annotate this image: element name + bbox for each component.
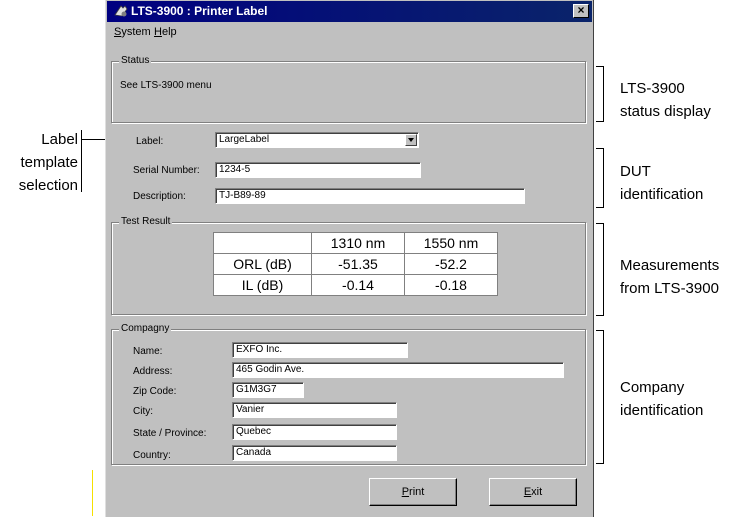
print-mnemonic: P [401, 486, 410, 498]
menu-system-label: ystem [121, 26, 151, 38]
annotation-line: template [20, 154, 78, 171]
menu-help-label: elp [161, 26, 177, 38]
menu-help[interactable]: Help [154, 26, 177, 38]
results-column-header: 1310 nm [311, 232, 405, 254]
annotation-line: Company [620, 379, 685, 396]
annotation-bracket-tick [596, 148, 604, 149]
test-result-title: Test Result [119, 216, 173, 227]
status-group: Status See LTS-3900 menu [111, 55, 586, 123]
label-field-label: Label: [136, 136, 164, 147]
annotation-line: LTS-3900 [620, 80, 685, 97]
annotation-bracket [603, 66, 604, 122]
printer-label-window: LTS-3900 : Printer Label × System Help S… [105, 0, 594, 517]
annotation-bracket [603, 148, 604, 208]
highlight-marker [92, 470, 93, 516]
annotation-bracket-tick [596, 330, 604, 331]
annotation-bracket-tick [596, 121, 604, 122]
results-row-label: IL (dB) [213, 274, 312, 296]
description-input[interactable]: TJ-B89-89 [215, 188, 525, 204]
print-button[interactable]: Print [369, 478, 457, 506]
annotation-line: status display [620, 103, 711, 120]
menu-bar: System Help [107, 22, 592, 42]
company-name-label: Name: [133, 346, 163, 357]
window-title: LTS-3900 : Printer Label [131, 4, 268, 18]
status-text: See LTS-3900 menu [120, 80, 212, 91]
annotation-line: identification [620, 186, 704, 203]
results-row: ORL (dB) -51.35 -52.2 [213, 253, 498, 275]
annotation-line: identification [620, 402, 704, 419]
title-bar: LTS-3900 : Printer Label × [107, 1, 592, 22]
results-row: IL (dB) -0.14 -0.18 [213, 274, 498, 296]
results-corner-cell [213, 232, 312, 254]
results-cell: -51.35 [311, 253, 405, 275]
annotation-line: DUT [620, 163, 651, 180]
serial-number-label: Serial Number: [133, 165, 200, 176]
annotation-bracket-tick [596, 463, 604, 464]
annotation-line: Label [41, 131, 78, 148]
close-button[interactable]: × [573, 4, 589, 18]
results-table: 1310 nm 1550 nm ORL (dB) -51.35 -52.2 IL… [213, 232, 498, 296]
annotation-bracket [603, 223, 604, 316]
annotation-bracket [603, 330, 604, 464]
annotation-bracket-tick [596, 223, 604, 224]
company-city-label: City: [133, 406, 153, 417]
company-country-label: Country: [133, 450, 171, 461]
annotation-line: from LTS-3900 [620, 280, 719, 297]
exit-label: xit [531, 486, 543, 498]
status-group-title: Status [119, 55, 152, 66]
results-cell: -0.18 [404, 274, 498, 296]
company-name-input[interactable]: EXFO Inc. [232, 342, 408, 358]
results-cell: -52.2 [404, 253, 498, 275]
company-address-label: Address: [133, 366, 173, 377]
annotation-bracket-tick [596, 207, 604, 208]
company-state-input[interactable]: Quebec [232, 424, 397, 440]
company-group-title: Compagny [119, 323, 172, 334]
annotation-bracket-tick [596, 315, 604, 316]
company-address-input[interactable]: 465 Godin Ave. [232, 362, 564, 378]
label-dropdown-value: LargeLabel [219, 134, 270, 145]
app-icon [114, 5, 128, 17]
annotation-bracket-tick [596, 66, 604, 67]
company-country-input[interactable]: Canada [232, 445, 397, 461]
annotation-line: Measurements [620, 257, 720, 274]
company-city-input[interactable]: Vanier [232, 402, 397, 418]
results-cell: -0.14 [311, 274, 405, 296]
chevron-down-icon[interactable] [405, 134, 417, 146]
print-label: rint [409, 486, 425, 498]
serial-number-input[interactable]: 1234-5 [215, 162, 421, 178]
company-zip-label: Zip Code: [133, 386, 177, 397]
label-dropdown[interactable]: LargeLabel [215, 132, 419, 148]
annotation-line: selection [18, 177, 78, 194]
menu-help-mnemonic: H [154, 26, 162, 38]
company-state-label: State / Province: [133, 428, 207, 439]
results-row-label: ORL (dB) [213, 253, 312, 275]
results-header-row: 1310 nm 1550 nm [213, 232, 498, 254]
menu-system[interactable]: System [114, 26, 151, 38]
description-label: Description: [133, 191, 186, 202]
company-zip-input[interactable]: G1M3G7 [232, 382, 304, 398]
results-column-header: 1550 nm [404, 232, 498, 254]
exit-button[interactable]: Exit [489, 478, 577, 506]
